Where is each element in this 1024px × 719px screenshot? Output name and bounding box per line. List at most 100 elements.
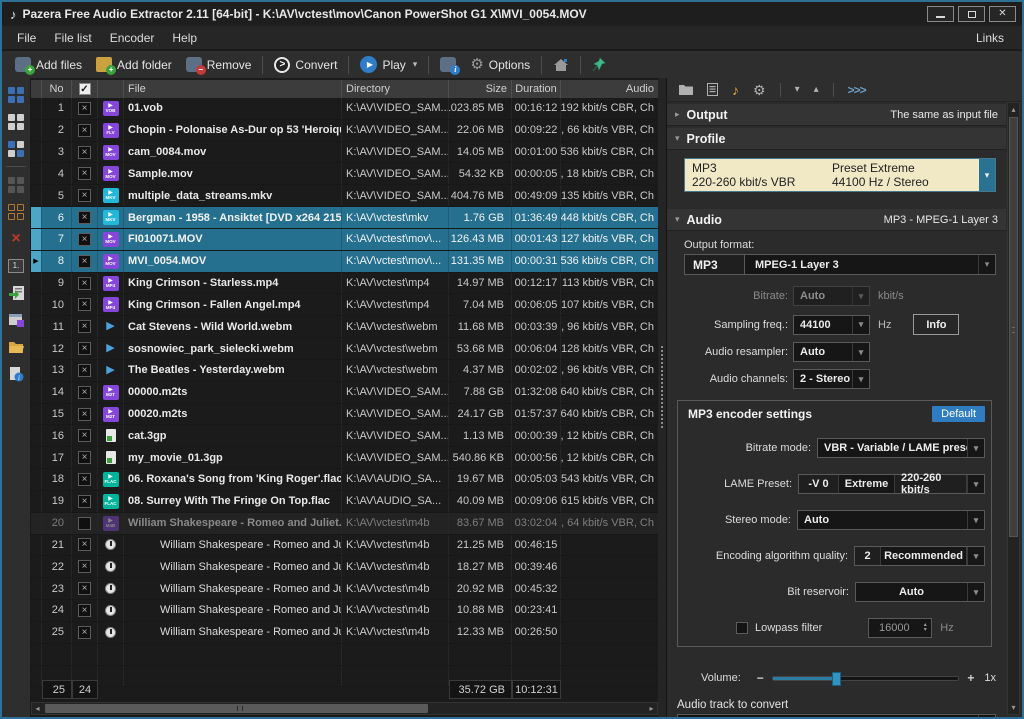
lowpass-checkbox[interactable] bbox=[736, 622, 748, 634]
scroll-right-arrow-icon[interactable]: ▸ bbox=[646, 703, 657, 714]
row-checkbox-cell[interactable]: × bbox=[72, 600, 98, 621]
bit-reservoir-select[interactable]: Auto▾ bbox=[855, 582, 985, 602]
output-format-select[interactable]: MP3 MPEG-1 Layer 3 ▾ bbox=[684, 254, 996, 275]
lame-preset-select[interactable]: -V 0 Extreme 220-260 kbit/s ▾ bbox=[798, 474, 985, 494]
row-checkbox-cell[interactable]: × bbox=[72, 273, 98, 294]
row-checkbox[interactable] bbox=[78, 517, 91, 530]
convert-button[interactable]: > Convert bbox=[267, 55, 344, 75]
table-row[interactable]: 11 × ▶ Cat Stevens - Wild World.webm K:\… bbox=[31, 316, 658, 338]
row-checkbox-cell[interactable]: × bbox=[72, 185, 98, 206]
table-row[interactable]: 20 ▶M4B William Shakespeare - Romeo and … bbox=[31, 513, 658, 535]
uncheck-all-button[interactable] bbox=[5, 110, 27, 133]
resampler-select[interactable]: Auto▾ bbox=[793, 342, 870, 362]
media-info-button[interactable]: i bbox=[5, 362, 27, 385]
row-checkbox-cell[interactable]: × bbox=[72, 382, 98, 403]
title-bar[interactable]: ♪ Pazera Free Audio Extractor 2.11 [64-b… bbox=[2, 2, 1022, 26]
row-checkbox[interactable]: × bbox=[78, 364, 91, 377]
table-row[interactable]: 22 × William Shakespeare - Romeo and Jul… bbox=[31, 556, 658, 578]
header-duration[interactable]: Duration bbox=[512, 80, 561, 98]
panel-scrollbar[interactable]: ▴ ▾ bbox=[1007, 102, 1020, 715]
table-row[interactable]: 6 × ▶MKV Bergman - 1958 - Ansiktet [DVD … bbox=[31, 207, 658, 229]
check-group-button[interactable] bbox=[5, 173, 27, 196]
renumber-button[interactable]: 1. bbox=[5, 254, 27, 277]
volume-slider-thumb[interactable] bbox=[832, 672, 841, 686]
row-checkbox[interactable]: × bbox=[78, 451, 91, 464]
row-checkbox-cell[interactable]: × bbox=[72, 120, 98, 141]
export-list-button[interactable] bbox=[5, 308, 27, 331]
menu-links[interactable]: Links bbox=[964, 28, 1016, 48]
quality-select[interactable]: 2 Recommended ▾ bbox=[854, 546, 985, 566]
output-section-header[interactable]: ▸ Output The same as input file bbox=[667, 104, 1006, 126]
add-folder-button[interactable]: + Add folder bbox=[89, 55, 179, 74]
table-row[interactable]: 1 × ▶VOB 01.vob K:\AV\VIDEO_SAM... 1023.… bbox=[31, 98, 658, 120]
audio-track-select[interactable]: Auto (first audio track) ▾ bbox=[677, 714, 996, 717]
collapse-all-icon[interactable]: ▾ bbox=[795, 84, 800, 95]
audio-settings-icon[interactable]: ♪ bbox=[732, 82, 739, 98]
output-folder-icon[interactable] bbox=[679, 84, 693, 95]
bitrate-select[interactable]: Auto▾ bbox=[793, 286, 870, 306]
row-checkbox[interactable]: × bbox=[78, 560, 91, 573]
dropdown-arrow-icon[interactable]: ▾ bbox=[967, 547, 984, 565]
panel-scrollbar-thumb[interactable] bbox=[1009, 117, 1018, 537]
menu-file-list[interactable]: File list bbox=[45, 28, 100, 48]
remove-selected-button[interactable]: × bbox=[5, 227, 27, 250]
dropdown-arrow-icon[interactable]: ▾ bbox=[978, 255, 995, 274]
row-checkbox-cell[interactable]: × bbox=[72, 404, 98, 425]
profile-selector[interactable]: MP3 220-260 kbit/s VBR Preset Extreme 44… bbox=[684, 158, 996, 192]
row-checkbox-cell[interactable]: × bbox=[72, 469, 98, 490]
lowpass-spinbox[interactable]: 16000 ▴▾ bbox=[868, 618, 932, 638]
volume-slider[interactable] bbox=[772, 676, 960, 681]
row-checkbox[interactable]: × bbox=[78, 604, 91, 617]
row-checkbox[interactable]: × bbox=[78, 255, 91, 268]
minimize-button[interactable] bbox=[927, 6, 954, 22]
info-button[interactable]: Info bbox=[913, 314, 959, 335]
row-checkbox-cell[interactable]: × bbox=[72, 425, 98, 446]
play-dropdown-caret[interactable]: ▾ bbox=[413, 59, 418, 70]
table-row[interactable]: 5 × ▶MKV multiple_data_streams.mkv K:\AV… bbox=[31, 185, 658, 207]
row-checkbox-cell[interactable]: × bbox=[72, 316, 98, 337]
table-row[interactable]: 8 × ▶MOV MVI_0054.MOV K:\AV\vctest\mov\.… bbox=[31, 251, 658, 273]
profile-section-header[interactable]: ▾ Profile bbox=[667, 128, 1006, 150]
row-checkbox-cell[interactable]: × bbox=[72, 491, 98, 512]
check-all-button[interactable] bbox=[5, 83, 27, 106]
row-checkbox[interactable]: × bbox=[78, 277, 91, 290]
table-row[interactable]: 4 × ▶MOV Sample.mov K:\AV\VIDEO_SAM... 5… bbox=[31, 163, 658, 185]
row-checkbox-cell[interactable] bbox=[72, 513, 98, 534]
row-checkbox[interactable]: × bbox=[78, 233, 91, 246]
horizontal-scrollbar-thumb[interactable] bbox=[45, 704, 428, 713]
row-checkbox[interactable]: × bbox=[78, 146, 91, 159]
row-checkbox-cell[interactable] bbox=[72, 644, 98, 665]
bitrate-mode-select[interactable]: VBR - Variable / LAME preset▾ bbox=[817, 438, 985, 458]
row-checkbox[interactable]: × bbox=[78, 582, 91, 595]
menu-encoder[interactable]: Encoder bbox=[101, 28, 164, 48]
output-file-icon[interactable] bbox=[707, 83, 718, 96]
table-row[interactable]: 2 × ▶FLV Chopin - Polonaise As-Dur op 53… bbox=[31, 120, 658, 142]
row-checkbox-cell[interactable]: × bbox=[72, 535, 98, 556]
scroll-up-arrow-icon[interactable]: ▴ bbox=[1008, 103, 1019, 116]
default-button[interactable]: Default bbox=[932, 406, 985, 422]
close-button[interactable]: ✕ bbox=[989, 6, 1016, 22]
menu-file[interactable]: File bbox=[8, 28, 45, 48]
row-checkbox-cell[interactable]: × bbox=[72, 163, 98, 184]
horizontal-scrollbar[interactable]: ◂ ▸ bbox=[31, 702, 658, 715]
row-checkbox[interactable]: × bbox=[78, 473, 91, 486]
row-checkbox-cell[interactable]: × bbox=[72, 294, 98, 315]
header-file[interactable]: File bbox=[124, 80, 342, 98]
row-checkbox-cell[interactable]: × bbox=[72, 251, 98, 272]
header-no[interactable]: No bbox=[42, 80, 72, 98]
profile-dropdown-arrow-icon[interactable]: ▾ bbox=[979, 159, 995, 191]
table-row[interactable]: 14 × ▶M2T 00000.m2ts K:\AV\VIDEO_SAM... … bbox=[31, 382, 658, 404]
remove-button[interactable]: − Remove bbox=[179, 55, 259, 74]
header-checkbox[interactable]: ✓ bbox=[72, 80, 98, 98]
row-checkbox[interactable]: × bbox=[78, 298, 91, 311]
row-checkbox[interactable]: × bbox=[78, 211, 91, 224]
open-folder-button[interactable] bbox=[5, 335, 27, 358]
row-checkbox[interactable]: × bbox=[78, 538, 91, 551]
row-checkbox[interactable]: × bbox=[78, 342, 91, 355]
header-icon-col[interactable] bbox=[98, 80, 124, 98]
row-checkbox-cell[interactable]: × bbox=[72, 578, 98, 599]
table-row[interactable]: 3 × ▶MOV cam_0084.mov K:\AV\VIDEO_SAM...… bbox=[31, 142, 658, 164]
home-button[interactable] bbox=[546, 56, 576, 74]
play-button[interactable]: ▶ Play ▾ bbox=[353, 54, 424, 75]
row-checkbox-cell[interactable]: × bbox=[72, 360, 98, 381]
